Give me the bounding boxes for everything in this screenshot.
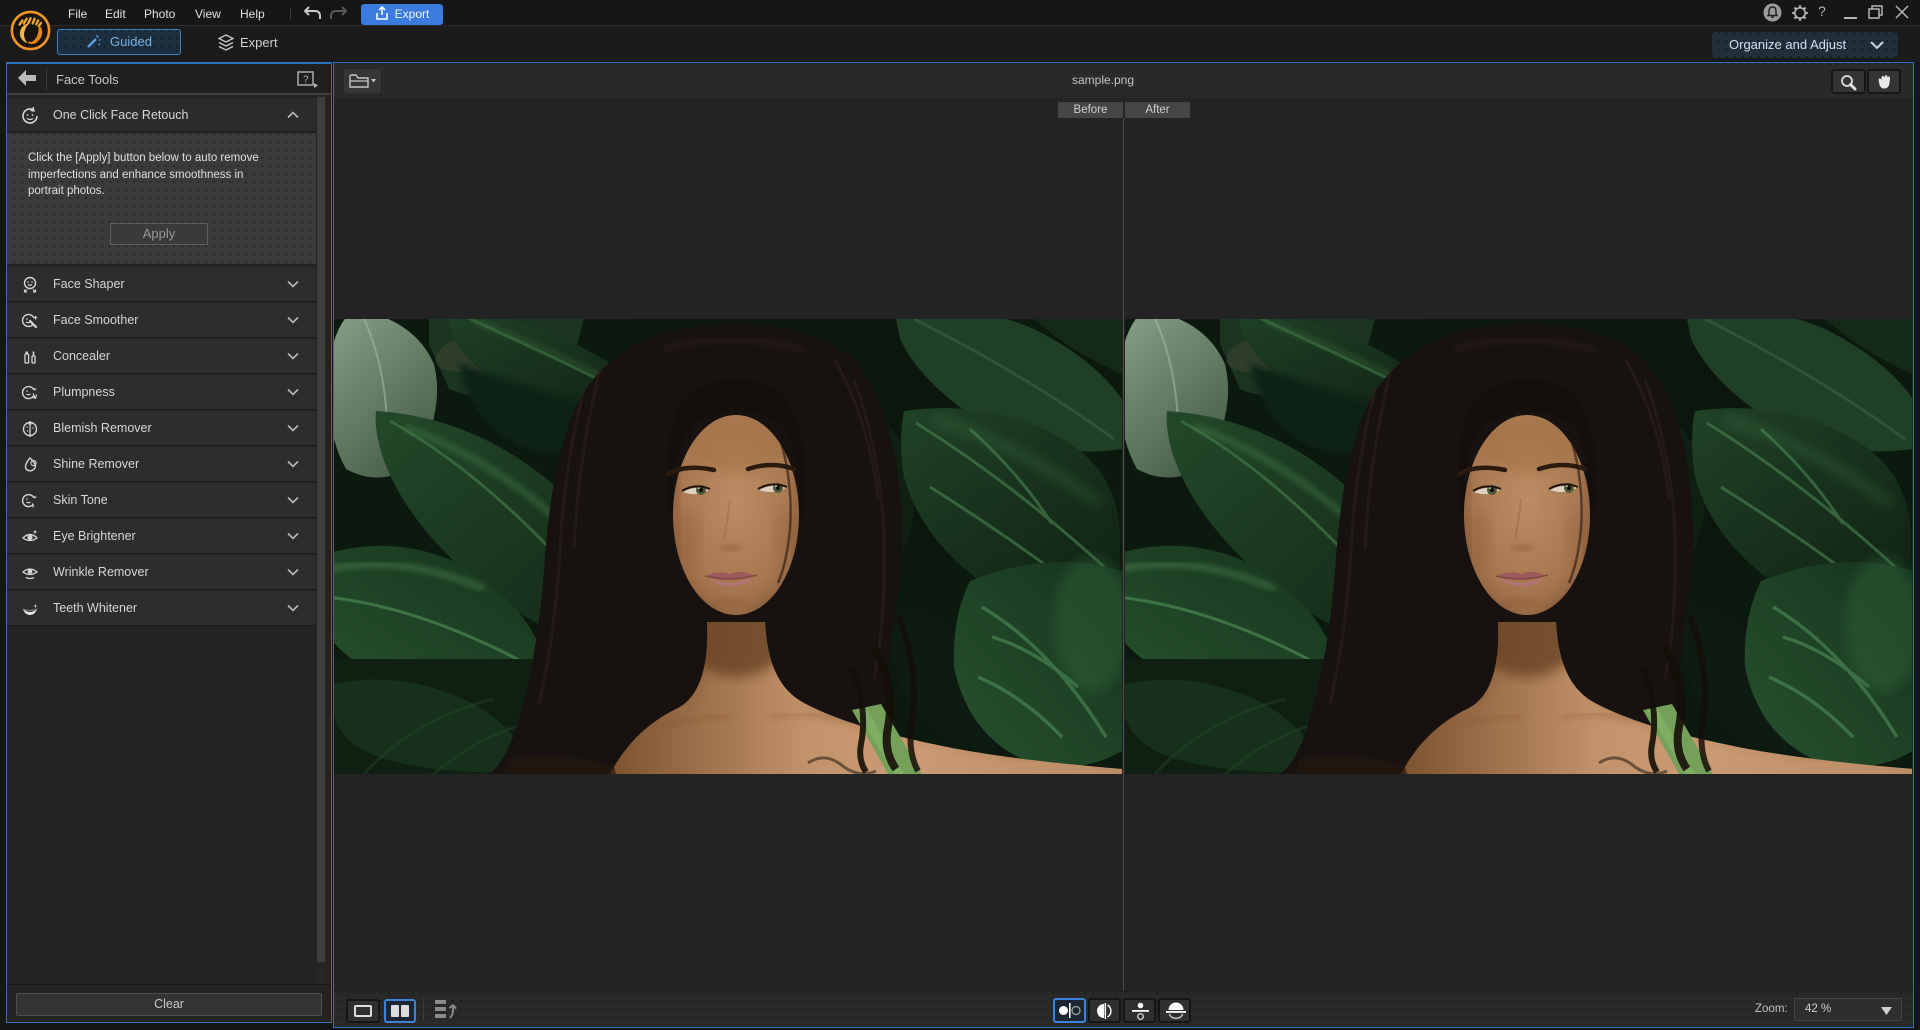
svg-text:?: ?: [303, 75, 309, 86]
